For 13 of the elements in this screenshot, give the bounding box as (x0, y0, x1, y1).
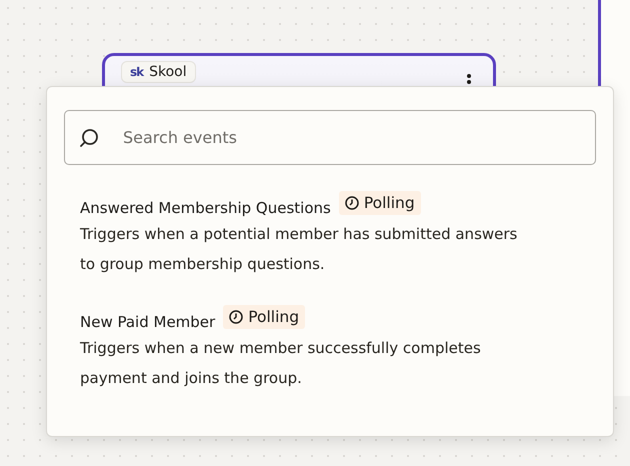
event-title[interactable]: Answered Membership Questions (80, 195, 331, 217)
event-description: Triggers when a potential member has submitted answers to group membership questions. (80, 224, 518, 275)
search-input[interactable]: Search events (121, 127, 581, 148)
search-field[interactable]: Search events (64, 110, 596, 165)
event-title[interactable]: New Paid Member (80, 309, 216, 331)
search-icon (79, 128, 99, 148)
clock-icon (344, 196, 359, 210)
app-logo: sk (130, 64, 144, 81)
badge-label: Polling (248, 308, 300, 326)
badge-label: Polling (364, 194, 415, 212)
event-description: Triggers when a new member successfully completes payment and joins the group. (80, 338, 482, 389)
clock-icon (229, 310, 244, 324)
app-name: Skool (149, 63, 187, 81)
